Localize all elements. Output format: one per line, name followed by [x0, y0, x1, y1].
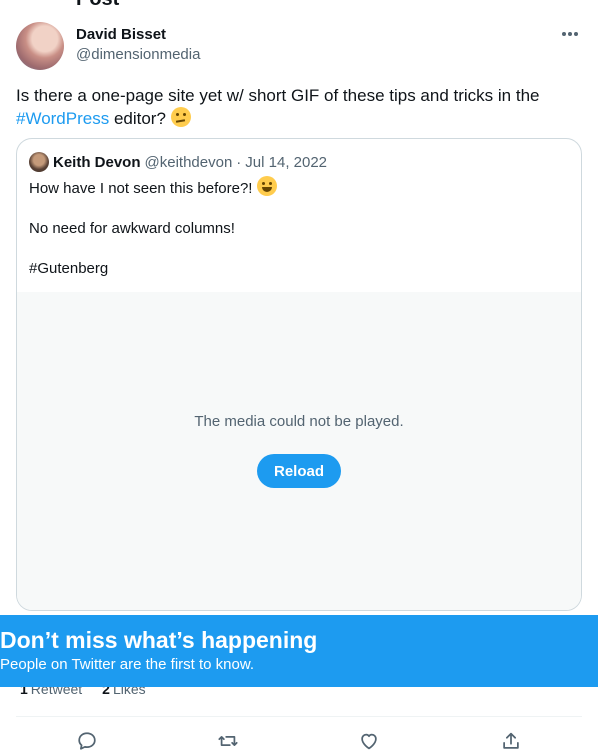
quoted-line-1: How have I not seen this before?! — [29, 180, 253, 197]
author-name[interactable]: David Bisset — [76, 26, 166, 43]
quoted-line-2: No need for awkward columns! — [29, 220, 235, 237]
quoted-line-3: #Gutenberg — [29, 260, 109, 277]
banner-subtitle: People on Twitter are the first to know. — [0, 656, 255, 673]
separator-dot: · — [236, 153, 242, 171]
thinking-face-icon — [170, 107, 191, 127]
clipped-heading: Post — [76, 0, 119, 11]
avatar[interactable] — [16, 22, 64, 70]
share-icon[interactable] — [500, 730, 522, 752]
reload-button[interactable]: Reload — [257, 454, 341, 488]
tweet-text-after: editor? — [109, 109, 166, 128]
divider — [16, 716, 582, 717]
hashtag-link[interactable]: #WordPress — [16, 109, 109, 128]
quoted-author-handle: @keithdevon — [144, 153, 233, 171]
like-icon[interactable] — [358, 730, 380, 752]
quoted-tweet[interactable]: Keith Devon @keithdevon · Jul 14, 2022 H… — [16, 138, 582, 611]
media-error-message: The media could not be played. — [194, 413, 404, 430]
tweet-header: David Bisset @dimensionmedia — [16, 22, 582, 70]
quoted-avatar — [29, 152, 49, 172]
reply-icon[interactable] — [76, 730, 98, 752]
grinning-face-icon — [256, 176, 277, 196]
tweet-text: Is there a one-page site yet w/ short GI… — [16, 84, 582, 130]
author-handle[interactable]: @dimensionmedia — [76, 46, 200, 63]
retweet-icon[interactable] — [217, 730, 239, 752]
quoted-header: Keith Devon @keithdevon · Jul 14, 2022 — [29, 152, 327, 172]
action-bar — [0, 726, 598, 753]
banner-title: Don’t miss what’s happening — [0, 627, 318, 653]
more-options-icon[interactable] — [560, 24, 580, 44]
quoted-date: Jul 14, 2022 — [245, 153, 328, 171]
signup-banner: Don’t miss what’s happening People on Tw… — [0, 615, 598, 687]
media-player: The media could not be played. Reload — [17, 292, 581, 610]
tweet-text-before: Is there a one-page site yet w/ short GI… — [16, 86, 540, 105]
quoted-body: How have I not seen this before?! No nee… — [29, 176, 277, 299]
quoted-author-name: Keith Devon — [53, 153, 141, 171]
